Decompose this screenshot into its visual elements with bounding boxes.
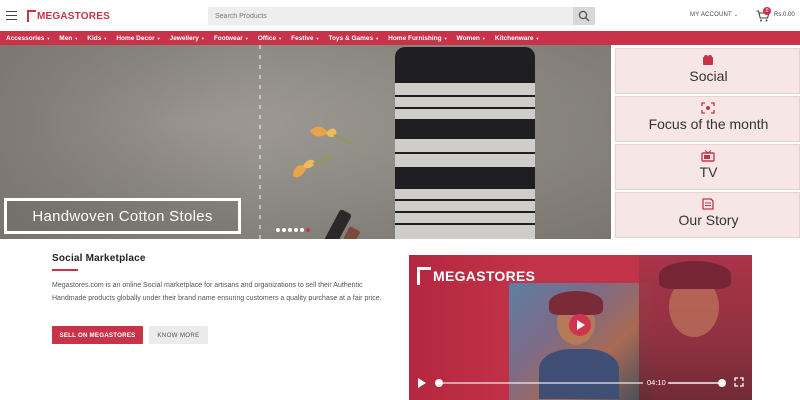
video-logo-text: MEGASTORES (433, 268, 536, 284)
side-cards: Social Focus of the month TV Our Story (613, 45, 800, 239)
nav-item-festive[interactable]: Festive ▼ (291, 35, 319, 42)
cart-count-badge: 0 (763, 7, 771, 15)
card-tv[interactable]: TV (615, 144, 800, 190)
stole-image (395, 47, 535, 239)
nav-item-label: Jewellery (169, 34, 199, 42)
search-bar (208, 7, 595, 25)
caret-down-icon: ▼ (278, 35, 283, 41)
nav-item-office[interactable]: Office ▼ (258, 35, 282, 42)
logo-mark (27, 10, 36, 22)
nav-item-kitchenware[interactable]: Kitchenware ▼ (495, 35, 540, 42)
nav-item-label: Home Decor (116, 34, 155, 42)
card-focus-of-the-month[interactable]: Focus of the month (615, 96, 800, 142)
flower-image (310, 126, 357, 146)
nav-item-label: Office (257, 34, 277, 42)
section-description: Megastores.com is an online Social marke… (52, 282, 382, 302)
my-account-dropdown[interactable]: MY ACCOUNT ⌄ (690, 12, 738, 18)
video-time: 04:10 (647, 378, 666, 387)
video-progress-knob[interactable] (435, 379, 443, 387)
hero-slider[interactable]: Handwoven Cotton Stoles (0, 45, 611, 239)
volume-track[interactable] (668, 382, 720, 384)
search-icon (578, 10, 590, 22)
cart-total[interactable]: Rs.0.00 (774, 12, 795, 18)
caret-down-icon: ▼ (156, 35, 161, 41)
caret-down-icon: ▼ (315, 35, 320, 41)
headscarf-image (549, 291, 603, 315)
card-label: Social (689, 68, 728, 84)
slider-dots (276, 228, 312, 232)
hamburger-menu-icon[interactable] (6, 11, 17, 20)
nav-item-label: Men (59, 34, 73, 42)
nav-item-men[interactable]: Men ▼ (59, 35, 78, 42)
logo[interactable]: MEGASTORES (27, 9, 110, 23)
social-marketplace-section: Social Marketplace Megastores.com is an … (52, 253, 397, 305)
nav-item-label: Toys & Games (328, 34, 374, 42)
nav-item-home-decor[interactable]: Home Decor ▼ (116, 35, 160, 42)
nav-item-label: Kitchenware (494, 34, 534, 42)
nav-item-label: Home Furnishing (388, 34, 442, 42)
caret-down-icon: ▼ (103, 35, 108, 41)
card-label: TV (699, 164, 718, 180)
video-play-button[interactable] (569, 314, 591, 336)
tv-icon (700, 150, 715, 162)
caret-down-icon: ▼ (375, 35, 380, 41)
story-icon (701, 198, 714, 210)
video-controls: 04:10 (409, 372, 752, 394)
header: MEGASTORES MY ACCOUNT⌄ 0 Rs.0.00 (0, 0, 800, 31)
slider-dot[interactable] (300, 228, 304, 232)
caret-down-icon: ▼ (481, 35, 486, 41)
headscarf-image (659, 261, 731, 289)
section-title: Social Marketplace (52, 253, 146, 264)
nav-item-kids[interactable]: Kids ▼ (87, 35, 107, 42)
chevron-down-icon: ⌄ (733, 12, 739, 18)
hero-caption-text: Handwoven Cotton Stoles (32, 207, 213, 225)
hero-caption[interactable]: Handwoven Cotton Stoles (4, 198, 241, 234)
volume-knob[interactable] (718, 379, 726, 387)
video-logo: MEGASTORES (417, 267, 535, 285)
nav-item-label: Kids (87, 34, 102, 42)
title-underline (52, 269, 78, 271)
social-icon (702, 55, 713, 65)
caret-down-icon: ▼ (46, 35, 51, 41)
card-label: Focus of the month (648, 116, 769, 132)
slider-dot[interactable] (282, 228, 286, 232)
stitch-line (259, 45, 261, 239)
know-more-button[interactable]: KNOW MORE (149, 326, 208, 344)
nav-item-accessories[interactable]: Accessories ▼ (6, 35, 50, 42)
card-social[interactable]: Social (615, 48, 800, 94)
play-icon[interactable] (418, 378, 426, 388)
nav-item-home-furnishing[interactable]: Home Furnishing ▼ (388, 35, 447, 42)
nav-item-label: Footwear (213, 34, 243, 42)
slider-dot[interactable] (288, 228, 292, 232)
flower-image (293, 155, 334, 178)
nav-item-label: Women (456, 34, 480, 42)
caret-down-icon: ▼ (74, 35, 79, 41)
caret-down-icon: ▼ (200, 35, 205, 41)
nav-item-footwear[interactable]: Footwear ▼ (214, 35, 249, 42)
nav-item-label: Accessories (6, 34, 45, 42)
search-button[interactable] (573, 7, 595, 25)
slider-dot-active[interactable] (306, 228, 310, 232)
my-account-label: MY ACCOUNT (690, 12, 732, 18)
category-nav: Accessories ▼ Men ▼ Kids ▼ Home Decor ▼ Jewe… (0, 31, 800, 45)
caret-down-icon: ▼ (535, 35, 540, 41)
nav-item-toys-games[interactable]: Toys & Games ▼ (328, 35, 379, 42)
card-label: Our Story (678, 212, 739, 228)
logo-text: MEGASTORES (37, 10, 110, 22)
button-row: SELL ON MEGASTORES KNOW MORE (52, 326, 208, 344)
nav-item-women[interactable]: Women ▼ (457, 35, 486, 42)
card-our-story[interactable]: Our Story (615, 192, 800, 238)
slider-dot[interactable] (294, 228, 298, 232)
video-logo-mark (417, 267, 431, 285)
fullscreen-icon[interactable] (734, 377, 744, 387)
video-progress-track[interactable] (443, 382, 643, 384)
caret-down-icon: ▼ (443, 35, 448, 41)
focus-icon (700, 102, 715, 114)
caret-down-icon: ▼ (244, 35, 249, 41)
search-input[interactable] (208, 7, 573, 25)
nav-item-jewellery[interactable]: Jewellery ▼ (170, 35, 205, 42)
sell-on-megastores-button[interactable]: SELL ON MEGASTORES (52, 326, 143, 344)
nav-item-label: Festive (291, 34, 314, 42)
slider-dot[interactable] (276, 228, 280, 232)
